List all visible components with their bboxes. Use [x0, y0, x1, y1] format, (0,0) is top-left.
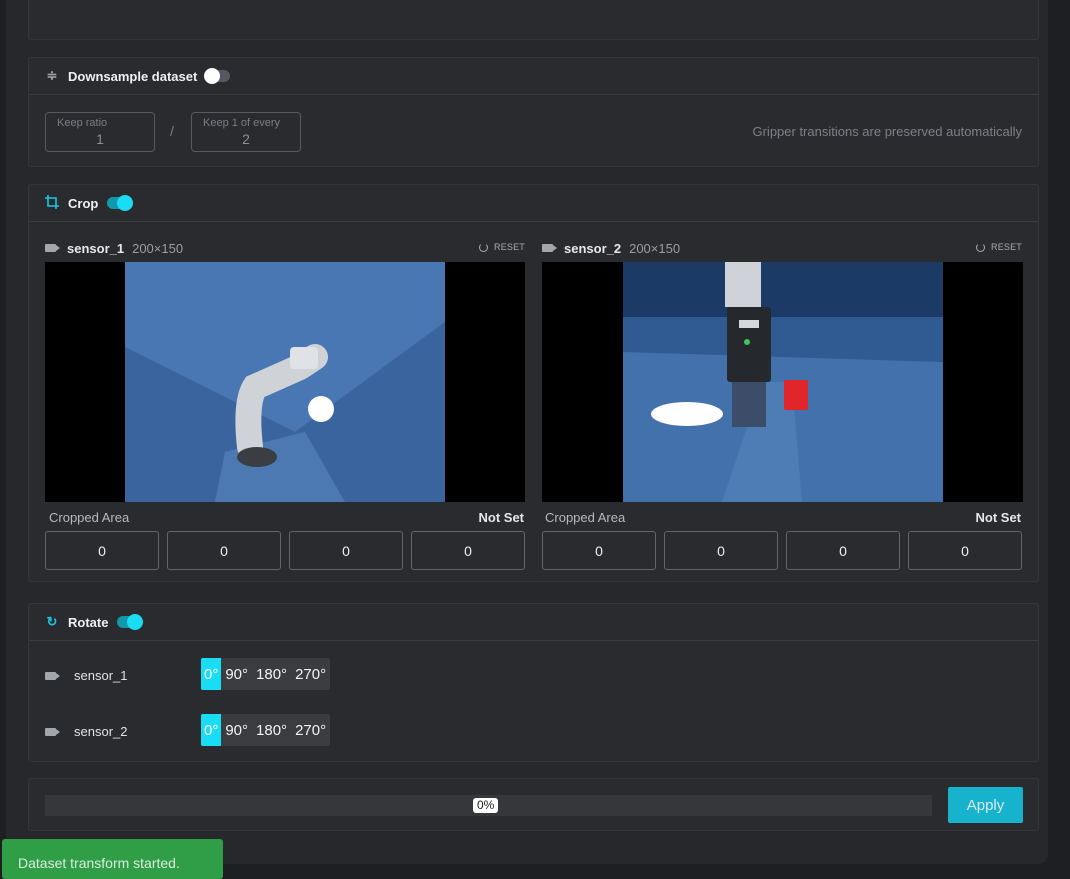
transform-panel: ≑ Downsample dataset Keep ratio 1 / Keep… [6, 0, 1048, 864]
sensor-2-image[interactable] [542, 262, 1023, 502]
keep-every-value: 2 [242, 131, 250, 147]
rotation-option[interactable]: 90° [221, 714, 252, 746]
cropped-area-label: Cropped Area [49, 510, 130, 525]
toast-notification: Dataset transform started. [2, 839, 223, 879]
rotate-sensor-name: sensor_2 [74, 724, 128, 739]
crop-status: Not Set [478, 510, 525, 525]
reset-icon [479, 242, 488, 252]
rotate-row-sensor-2: sensor_2 [45, 724, 127, 739]
rotation-selector: 0° 90° 180° 270° [201, 658, 331, 690]
rotate-row-sensor-1: sensor_1 [45, 668, 127, 683]
apply-button[interactable]: Apply [948, 787, 1023, 823]
downsample-title: Downsample dataset [68, 68, 198, 84]
crop-icon [45, 194, 59, 212]
camera-icon [542, 244, 557, 252]
keep-every-field[interactable]: Keep 1 of every 2 [191, 112, 301, 152]
rotation-option[interactable]: 0° [201, 714, 222, 746]
crop-card: Crop sensor_1 200×150 RESET Cropped Area… [28, 184, 1039, 582]
keep-ratio-field[interactable]: Keep ratio 1 [45, 112, 155, 152]
keep-ratio-label: Keep ratio [57, 117, 108, 129]
robot-arm-scene-2 [623, 262, 943, 502]
downsample-card: ≑ Downsample dataset Keep ratio 1 / Keep… [28, 57, 1039, 167]
rotate-sensor-name: sensor_1 [74, 668, 128, 683]
rotation-option[interactable]: 270° [291, 714, 330, 746]
rotate-card: ↻ Rotate sensor_1 0° 90° 180° 270° senso… [28, 603, 1039, 762]
sensor-1-header: sensor_1 200×150 [45, 238, 183, 258]
keep-every-label: Keep 1 of every [203, 117, 281, 129]
rotation-option[interactable]: 270° [291, 658, 330, 690]
crop-value-input[interactable]: 0 [542, 531, 656, 570]
rotation-option[interactable]: 0° [201, 658, 222, 690]
sensor-2-header: sensor_2 200×150 [542, 238, 680, 258]
cropped-area-label: Cropped Area [545, 510, 626, 525]
crop-value-input[interactable]: 0 [908, 531, 1022, 570]
sensor-dimensions: 200×150 [629, 240, 681, 256]
crop-toggle[interactable] [107, 195, 134, 211]
robot-arm-scene-1 [125, 262, 445, 502]
crop-value-input[interactable]: 0 [411, 531, 525, 570]
rotation-selector: 0° 90° 180° 270° [201, 714, 331, 746]
crop-value-input[interactable]: 0 [786, 531, 900, 570]
crop-value-input[interactable]: 0 [289, 531, 403, 570]
sensor-name: sensor_1 [67, 240, 125, 256]
rotate-icon: ↻ [46, 614, 58, 629]
rotation-option[interactable]: 180° [252, 714, 291, 746]
progress-bar: 0% [45, 795, 932, 816]
rotate-title: Rotate [68, 614, 109, 630]
sensor-name: sensor_2 [564, 240, 622, 256]
crop-header: Crop [29, 185, 1038, 222]
rotation-option[interactable]: 180° [252, 658, 291, 690]
reset-label: RESET [494, 242, 526, 252]
crop-value-input[interactable]: 0 [45, 531, 159, 570]
sensor-dimensions: 200×150 [132, 240, 184, 256]
crop-status: Not Set [975, 510, 1022, 525]
crop-title: Crop [68, 195, 99, 211]
ratio-separator: / [170, 123, 174, 139]
previous-section [28, 0, 1039, 40]
downsample-header: ≑ Downsample dataset [29, 58, 1038, 95]
camera-icon [45, 727, 60, 736]
sensor-1-reset-button[interactable]: RESET [479, 242, 525, 252]
rotate-toggle[interactable] [117, 614, 144, 630]
crop-value-input[interactable]: 0 [167, 531, 281, 570]
camera-icon [45, 244, 60, 252]
downsample-toggle[interactable] [204, 68, 231, 84]
downsample-icon: ≑ [46, 68, 58, 83]
progress-percent: 0% [473, 798, 499, 813]
keep-ratio-value: 1 [96, 131, 104, 147]
rotation-option[interactable]: 90° [221, 658, 252, 690]
apply-bar: 0% Apply [28, 778, 1039, 831]
reset-label: RESET [991, 242, 1023, 252]
camera-icon [45, 671, 60, 680]
crop-value-input[interactable]: 0 [664, 531, 778, 570]
downsample-hint: Gripper transitions are preserved automa… [752, 124, 1022, 139]
sensor-1-image[interactable] [45, 262, 525, 502]
sensor-2-reset-button[interactable]: RESET [976, 242, 1022, 252]
reset-icon [976, 242, 985, 252]
rotate-header: ↻ Rotate [29, 604, 1038, 641]
